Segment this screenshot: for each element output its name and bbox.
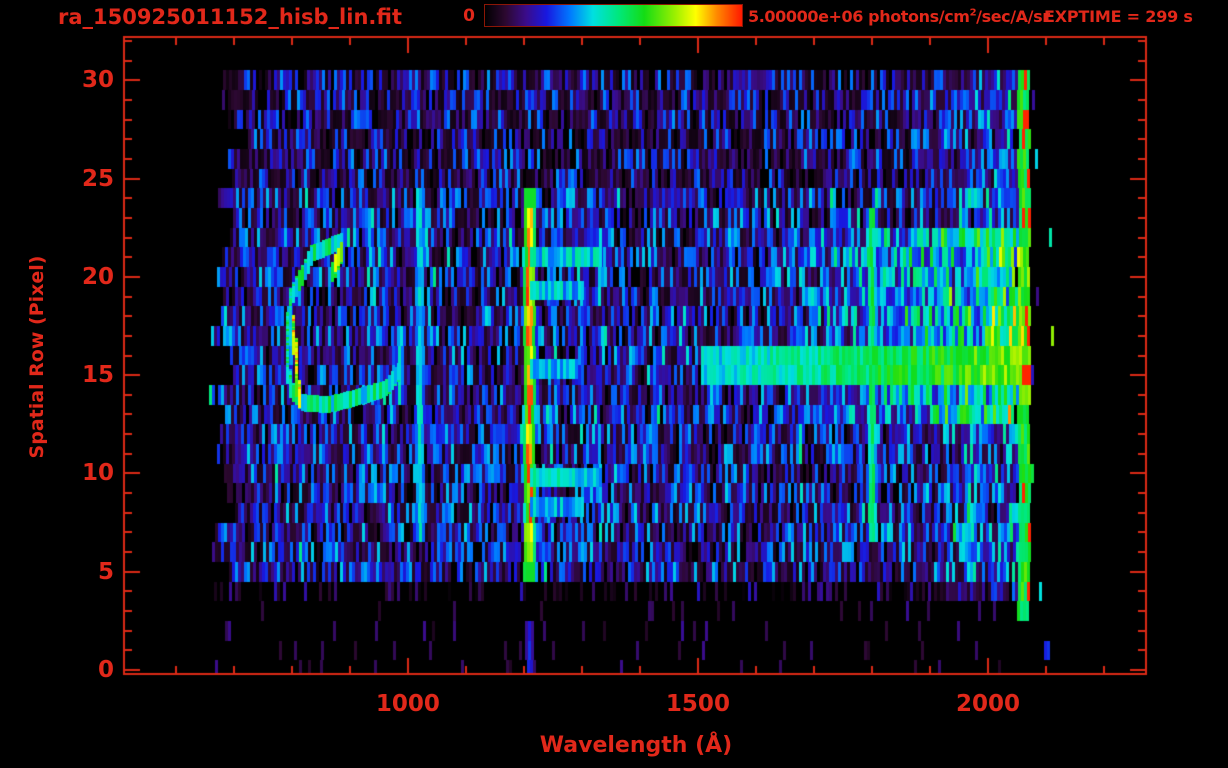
exptime-label: EXPTIME = 299 s (1044, 7, 1193, 26)
x-axis-label: Wavelength (Å) (539, 733, 733, 758)
y-tick-label: 15 (81, 362, 114, 389)
colorbar-max-value: 5.00000e+06 photons/cm (748, 7, 970, 26)
y-tick-label: 25 (81, 165, 114, 192)
colorbar-units-suffix: /sec/A/sr (976, 7, 1050, 26)
x-tick-label: 1500 (665, 691, 730, 717)
y-tick-label: 30 (81, 67, 114, 94)
x-tick-label: 2000 (956, 691, 1021, 717)
colorbar-max-label: 5.00000e+06 photons/cm2/sec/A/sr (748, 7, 1050, 26)
y-tick-label: 5 (97, 558, 114, 585)
y-tick-label: 0 (97, 657, 114, 684)
colorbar-min-label: 0 (463, 6, 475, 26)
y-axis-label: Spatial Row (Pixel) (26, 255, 48, 459)
y-tick-label: 10 (81, 460, 114, 487)
spectrogram-canvas (0, 0, 1228, 768)
y-tick-label: 20 (81, 263, 114, 290)
file-title: ra_150925011152_hisb_lin.fit (58, 5, 402, 29)
colorbar-gradient (484, 4, 743, 27)
spectrogram-viewer: ra_150925011152_hisb_lin.fit 0 5.00000e+… (0, 0, 1228, 768)
x-tick-label: 1000 (375, 691, 440, 717)
